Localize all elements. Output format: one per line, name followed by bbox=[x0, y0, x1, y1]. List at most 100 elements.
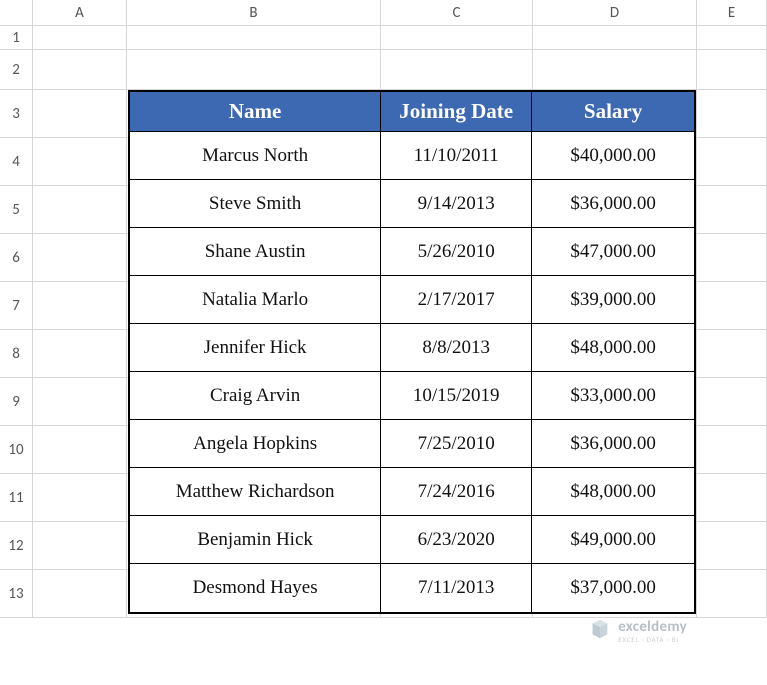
cell-salary[interactable]: $33,000.00 bbox=[532, 372, 694, 420]
cell-date[interactable]: 8/8/2013 bbox=[381, 324, 532, 372]
cell[interactable] bbox=[33, 426, 127, 474]
col-header-C[interactable]: C bbox=[381, 0, 533, 26]
row-header-2[interactable]: 2 bbox=[0, 50, 33, 90]
cell[interactable] bbox=[33, 570, 127, 618]
cell[interactable] bbox=[33, 234, 127, 282]
cell[interactable] bbox=[127, 26, 381, 50]
row-header-4[interactable]: 4 bbox=[0, 138, 33, 186]
cell-date[interactable]: 7/11/2013 bbox=[381, 564, 532, 612]
cell-name[interactable]: Steve Smith bbox=[130, 180, 381, 228]
table-row: Angela Hopkins7/25/2010$36,000.00 bbox=[130, 420, 694, 468]
table-row: Craig Arvin10/15/2019$33,000.00 bbox=[130, 372, 694, 420]
row-header-1[interactable]: 1 bbox=[0, 26, 33, 50]
cell[interactable] bbox=[33, 378, 127, 426]
table-row: Jennifer Hick8/8/2013$48,000.00 bbox=[130, 324, 694, 372]
row-header-6[interactable]: 6 bbox=[0, 234, 33, 282]
row-header-9[interactable]: 9 bbox=[0, 378, 33, 426]
col-header-E[interactable]: E bbox=[697, 0, 767, 26]
row-header-10[interactable]: 10 bbox=[0, 426, 33, 474]
cell[interactable] bbox=[697, 90, 767, 138]
col-header-D[interactable]: D bbox=[533, 0, 697, 26]
col-header-A[interactable]: A bbox=[33, 0, 127, 26]
header-date[interactable]: Joining Date bbox=[381, 92, 532, 132]
cell[interactable] bbox=[697, 570, 767, 618]
table-row: Steve Smith9/14/2013$36,000.00 bbox=[130, 180, 694, 228]
row-header-8[interactable]: 8 bbox=[0, 330, 33, 378]
header-salary[interactable]: Salary bbox=[532, 92, 694, 132]
cell-name[interactable]: Craig Arvin bbox=[130, 372, 381, 420]
cell-name[interactable]: Jennifer Hick bbox=[130, 324, 381, 372]
row-header-13[interactable]: 13 bbox=[0, 570, 33, 618]
cell-salary[interactable]: $37,000.00 bbox=[532, 564, 694, 612]
cell-date[interactable]: 7/24/2016 bbox=[381, 468, 532, 516]
cell[interactable] bbox=[381, 26, 533, 50]
cell-name[interactable]: Natalia Marlo bbox=[130, 276, 381, 324]
row-header-7[interactable]: 7 bbox=[0, 282, 33, 330]
cell[interactable] bbox=[697, 282, 767, 330]
cell[interactable] bbox=[697, 330, 767, 378]
cell-date[interactable]: 5/26/2010 bbox=[381, 228, 532, 276]
exceldemy-logo-icon bbox=[589, 618, 611, 645]
cell-date[interactable]: 11/10/2011 bbox=[381, 132, 532, 180]
cell-salary[interactable]: $40,000.00 bbox=[532, 132, 694, 180]
cell[interactable] bbox=[381, 50, 533, 90]
cell-salary[interactable]: $39,000.00 bbox=[532, 276, 694, 324]
cell[interactable] bbox=[697, 138, 767, 186]
watermark-tagline: EXCEL · DATA · BI bbox=[618, 636, 687, 643]
cell[interactable] bbox=[697, 426, 767, 474]
cell-salary[interactable]: $47,000.00 bbox=[532, 228, 694, 276]
row-header-5[interactable]: 5 bbox=[0, 186, 33, 234]
col-header-B[interactable]: B bbox=[127, 0, 381, 26]
cell[interactable] bbox=[33, 474, 127, 522]
cell-name[interactable]: Benjamin Hick bbox=[130, 516, 381, 564]
cell-date[interactable]: 6/23/2020 bbox=[381, 516, 532, 564]
cell[interactable] bbox=[697, 378, 767, 426]
cell[interactable] bbox=[33, 138, 127, 186]
cell[interactable] bbox=[33, 26, 127, 50]
cell-salary[interactable]: $48,000.00 bbox=[532, 468, 694, 516]
select-all-corner[interactable] bbox=[0, 0, 33, 26]
cell-name[interactable]: Desmond Hayes bbox=[130, 564, 381, 612]
cell[interactable] bbox=[533, 50, 697, 90]
cell-name[interactable]: Angela Hopkins bbox=[130, 420, 381, 468]
cell-name[interactable]: Marcus North bbox=[130, 132, 381, 180]
cell-salary[interactable]: $36,000.00 bbox=[532, 180, 694, 228]
table-row: Desmond Hayes7/11/2013$37,000.00 bbox=[130, 564, 694, 612]
table-row: Shane Austin5/26/2010$47,000.00 bbox=[130, 228, 694, 276]
header-name[interactable]: Name bbox=[130, 92, 381, 132]
table-row: Matthew Richardson7/24/2016$48,000.00 bbox=[130, 468, 694, 516]
table-row: Benjamin Hick6/23/2020$49,000.00 bbox=[130, 516, 694, 564]
row-header-12[interactable]: 12 bbox=[0, 522, 33, 570]
cell[interactable] bbox=[697, 50, 767, 90]
cell[interactable] bbox=[33, 186, 127, 234]
cell-salary[interactable]: $49,000.00 bbox=[532, 516, 694, 564]
employee-table: Name Joining Date Salary Marcus North11/… bbox=[128, 90, 696, 614]
cell[interactable] bbox=[33, 50, 127, 90]
cell[interactable] bbox=[33, 90, 127, 138]
cell-salary[interactable]: $36,000.00 bbox=[532, 420, 694, 468]
cell-name[interactable]: Shane Austin bbox=[130, 228, 381, 276]
table-row: Natalia Marlo2/17/2017$39,000.00 bbox=[130, 276, 694, 324]
cell-date[interactable]: 9/14/2013 bbox=[381, 180, 532, 228]
cell[interactable] bbox=[33, 522, 127, 570]
watermark-brand: exceldemy bbox=[618, 620, 687, 635]
table-row: Marcus North11/10/2011$40,000.00 bbox=[130, 132, 694, 180]
cell-date[interactable]: 2/17/2017 bbox=[381, 276, 532, 324]
cell[interactable] bbox=[33, 282, 127, 330]
cell-name[interactable]: Matthew Richardson bbox=[130, 468, 381, 516]
cell-date[interactable]: 7/25/2010 bbox=[381, 420, 532, 468]
cell-date[interactable]: 10/15/2019 bbox=[381, 372, 532, 420]
cell[interactable] bbox=[127, 50, 381, 90]
cell[interactable] bbox=[697, 186, 767, 234]
cell[interactable] bbox=[697, 474, 767, 522]
cell[interactable] bbox=[533, 26, 697, 50]
row-header-11[interactable]: 11 bbox=[0, 474, 33, 522]
cell[interactable] bbox=[697, 26, 767, 50]
cell-salary[interactable]: $48,000.00 bbox=[532, 324, 694, 372]
cell[interactable] bbox=[697, 234, 767, 282]
cell[interactable] bbox=[697, 522, 767, 570]
watermark: exceldemy EXCEL · DATA · BI bbox=[589, 618, 687, 645]
table-header-row: Name Joining Date Salary bbox=[130, 92, 694, 132]
row-header-3[interactable]: 3 bbox=[0, 90, 33, 138]
cell[interactable] bbox=[33, 330, 127, 378]
